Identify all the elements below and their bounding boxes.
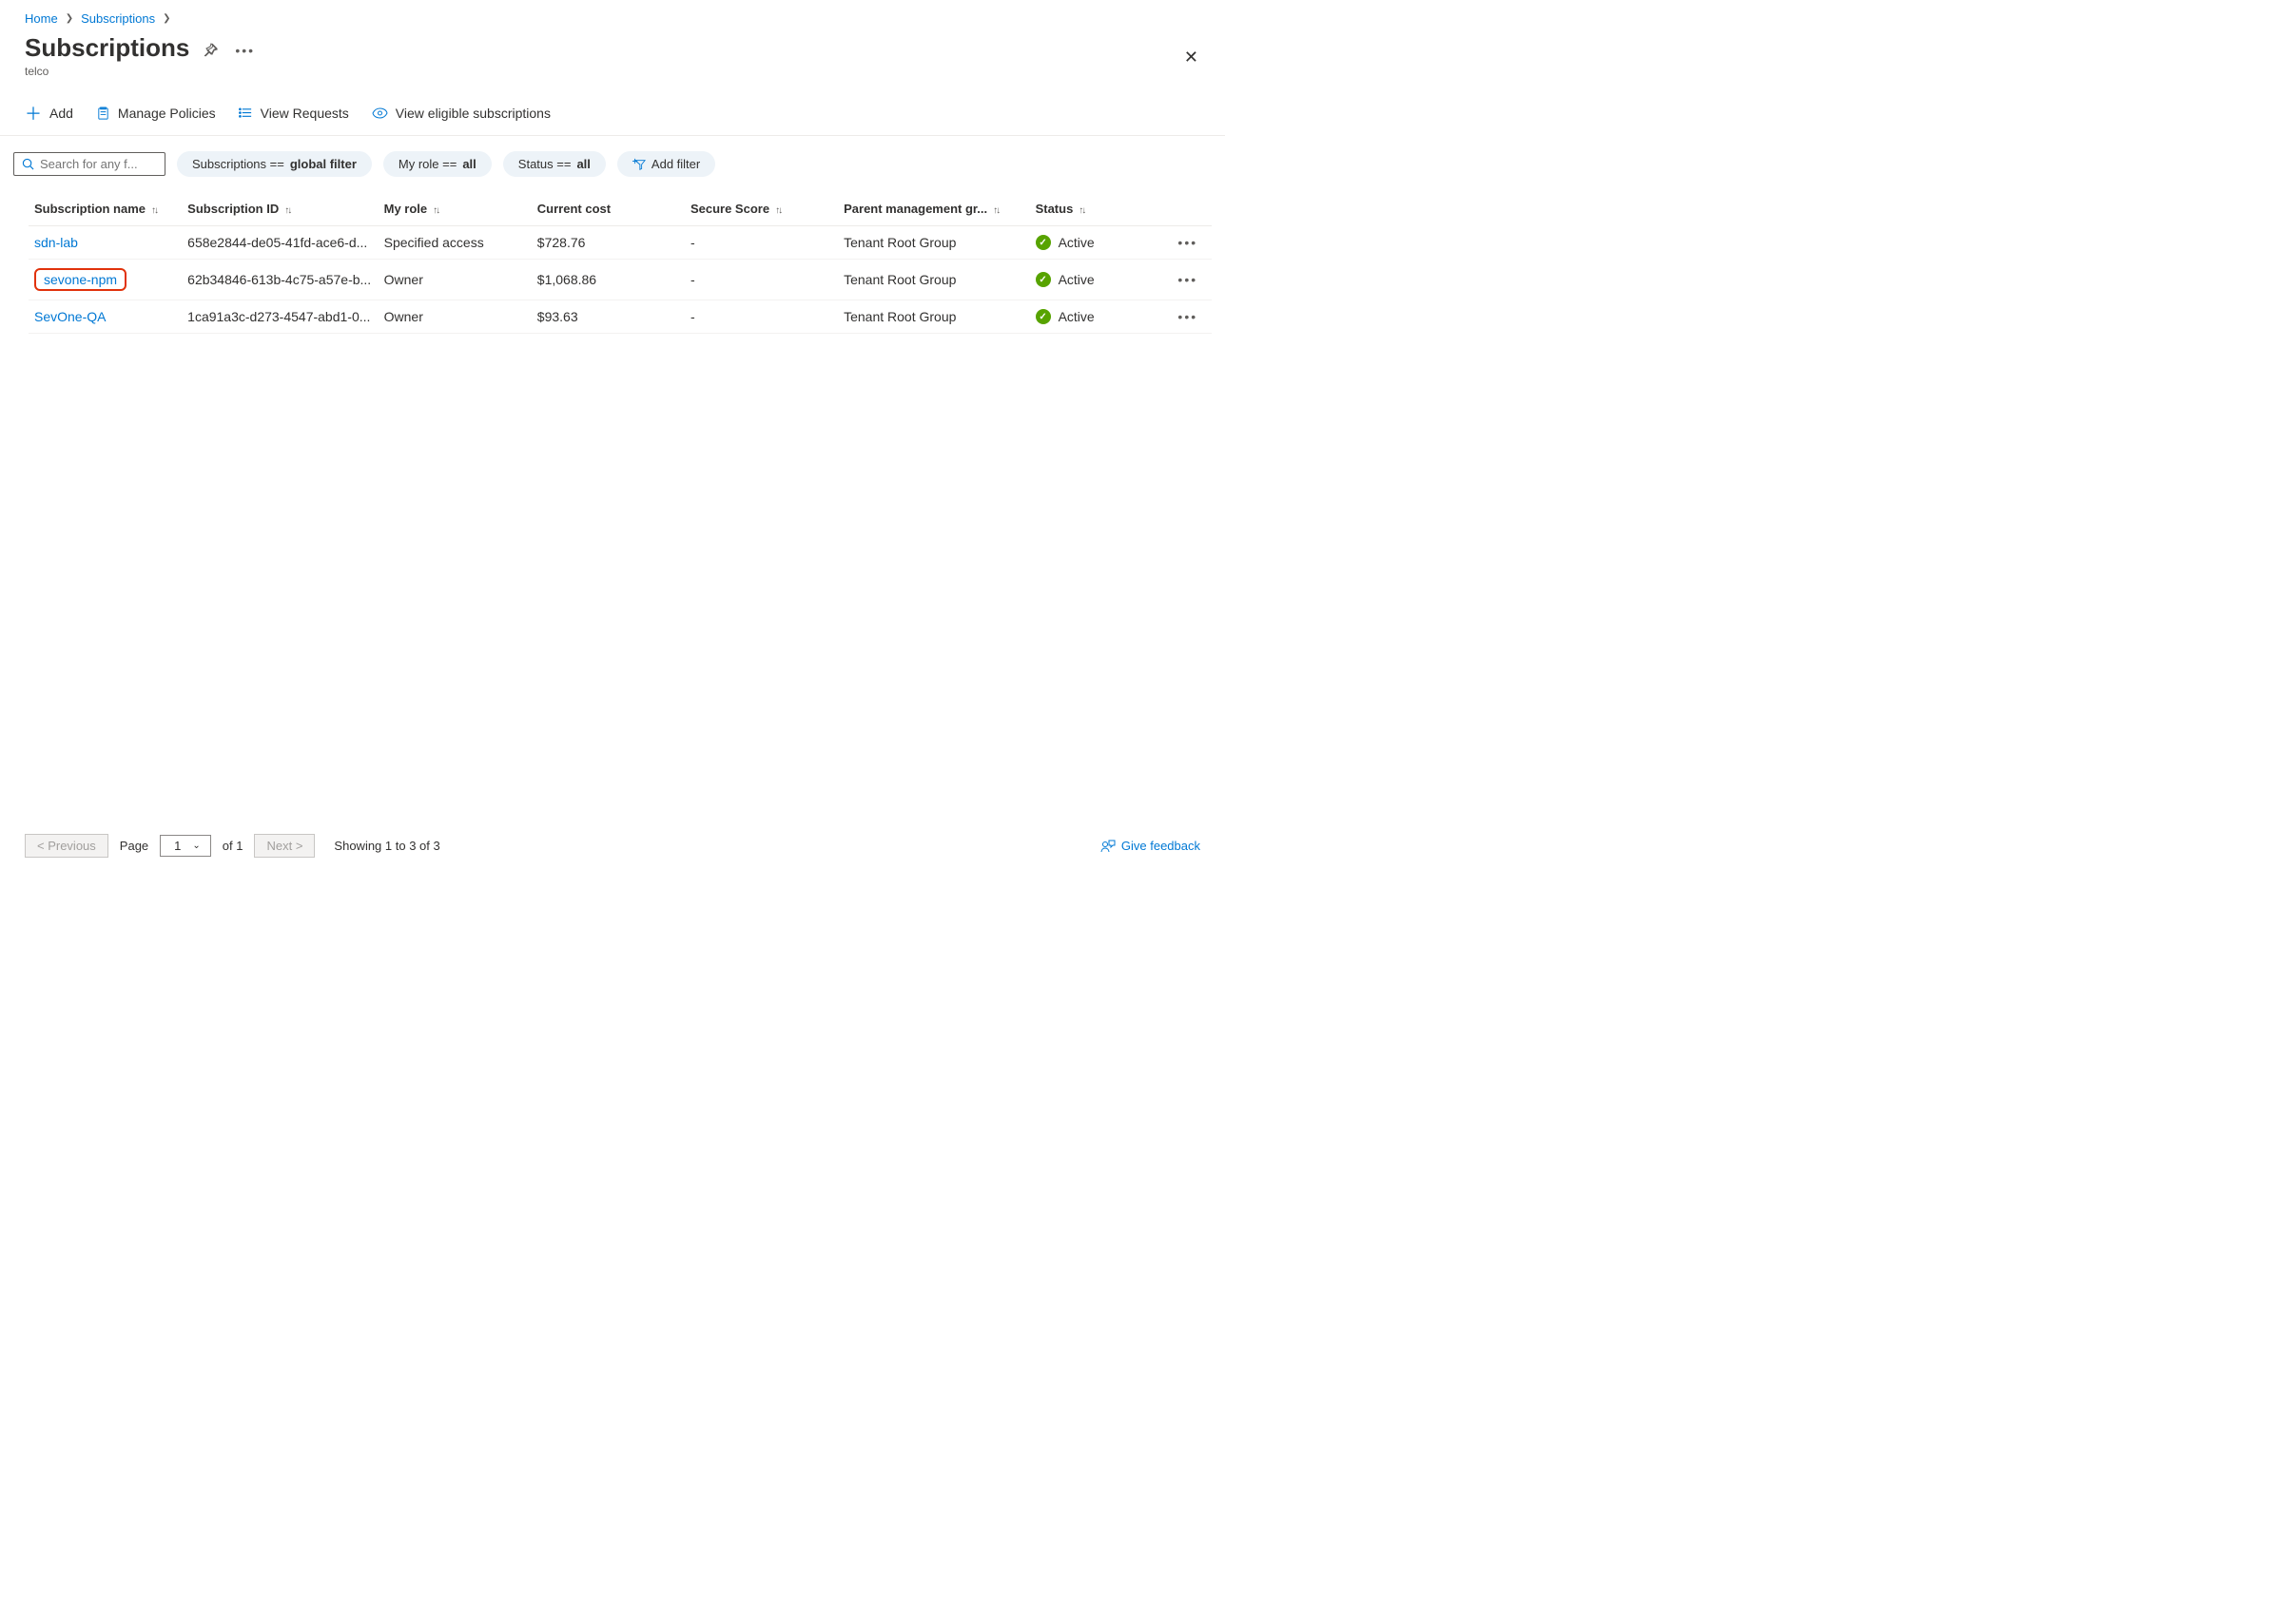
cell-parent: Tenant Root Group [838, 300, 1029, 334]
give-feedback-button[interactable]: Give feedback [1100, 839, 1200, 854]
cell-parent: Tenant Root Group [838, 260, 1029, 300]
requests-label: View Requests [261, 106, 349, 121]
filter-subscriptions[interactable]: Subscriptions == global filter [177, 151, 372, 177]
cell-score: - [685, 226, 838, 260]
view-eligible-button[interactable]: View eligible subscriptions [372, 106, 551, 121]
pin-icon[interactable] [203, 43, 218, 58]
cell-score: - [685, 300, 838, 334]
eligible-label: View eligible subscriptions [396, 106, 551, 121]
search-box[interactable] [13, 152, 165, 176]
breadcrumb-subscriptions[interactable]: Subscriptions [81, 11, 155, 26]
cell-id: 1ca91a3c-d273-4547-abd1-0... [182, 300, 378, 334]
page-of: of 1 [223, 839, 243, 853]
more-icon[interactable]: ••• [235, 43, 255, 58]
chevron-right-icon: ❯ [66, 13, 73, 24]
showing-text: Showing 1 to 3 of 3 [334, 839, 439, 853]
list-icon [239, 106, 253, 121]
cell-id: 658e2844-de05-41fd-ace6-d... [182, 226, 378, 260]
search-icon [22, 158, 34, 170]
check-icon: ✓ [1036, 272, 1051, 287]
policies-label: Manage Policies [118, 106, 216, 121]
col-name[interactable]: Subscription name↑↓ [29, 192, 182, 226]
cell-id: 62b34846-613b-4c75-a57e-b... [182, 260, 378, 300]
filter-bar: Subscriptions == global filter My role =… [0, 136, 1225, 184]
sort-icon: ↑↓ [151, 205, 157, 216]
cell-cost: $1,068.86 [532, 260, 685, 300]
filter-icon [632, 158, 646, 171]
col-status[interactable]: Status↑↓ [1030, 192, 1164, 226]
table-row: sdn-lab 658e2844-de05-41fd-ace6-d...Speci… [29, 226, 1212, 260]
check-icon: ✓ [1036, 309, 1051, 324]
subtitle: telco [0, 63, 1225, 91]
subscriptions-table: Subscription name↑↓ Subscription ID↑↓ My… [0, 184, 1225, 334]
col-role[interactable]: My role↑↓ [379, 192, 532, 226]
pagination-footer: < Previous Page 1 ⌄ of 1 Next > Showing … [0, 834, 1225, 858]
breadcrumb: Home ❯ Subscriptions ❯ [0, 0, 1225, 29]
title-row: Subscriptions ••• [0, 29, 1225, 63]
chevron-right-icon: ❯ [163, 13, 170, 24]
page-label: Page [120, 839, 148, 853]
filter-myrole[interactable]: My role == all [383, 151, 492, 177]
check-icon: ✓ [1036, 235, 1051, 250]
view-requests-button[interactable]: View Requests [239, 106, 349, 121]
breadcrumb-home[interactable]: Home [25, 11, 58, 26]
close-icon[interactable]: ✕ [1184, 48, 1198, 68]
prev-button[interactable]: < Previous [25, 834, 108, 858]
cell-score: - [685, 260, 838, 300]
feedback-icon [1100, 839, 1116, 854]
col-parent[interactable]: Parent management gr...↑↓ [838, 192, 1029, 226]
row-menu-button[interactable]: ••• [1164, 226, 1212, 260]
sort-icon: ↑↓ [1079, 205, 1084, 216]
filter-status[interactable]: Status == all [503, 151, 606, 177]
cell-status: ✓Active [1030, 260, 1164, 300]
subscription-link[interactable]: SevOne-QA [34, 309, 106, 324]
cell-role: Specified access [379, 226, 532, 260]
manage-policies-button[interactable]: Manage Policies [96, 106, 216, 121]
subscription-link[interactable]: sdn-lab [34, 235, 78, 250]
cell-role: Owner [379, 300, 532, 334]
policies-icon [96, 106, 110, 121]
sort-icon: ↑↓ [775, 205, 781, 216]
eye-icon [372, 107, 388, 119]
next-button[interactable]: Next > [254, 834, 315, 858]
page-title: Subscriptions [25, 33, 189, 63]
row-menu-button[interactable]: ••• [1164, 260, 1212, 300]
plus-icon: ＋ [25, 101, 42, 126]
col-cost[interactable]: Current cost [532, 192, 685, 226]
col-id[interactable]: Subscription ID↑↓ [182, 192, 378, 226]
chevron-down-icon: ⌄ [192, 841, 200, 851]
cell-cost: $93.63 [532, 300, 685, 334]
cell-role: Owner [379, 260, 532, 300]
search-input[interactable] [40, 157, 157, 171]
sort-icon: ↑↓ [993, 205, 999, 216]
sort-icon: ↑↓ [433, 205, 438, 216]
add-label: Add [49, 106, 73, 121]
command-bar: ＋ Add Manage Policies View Requests View… [0, 91, 1225, 136]
cell-status: ✓Active [1030, 300, 1164, 334]
cell-parent: Tenant Root Group [838, 226, 1029, 260]
sort-icon: ↑↓ [284, 205, 290, 216]
cell-status: ✓Active [1030, 226, 1164, 260]
table-row: sevone-npm 62b34846-613b-4c75-a57e-b...Ow… [29, 260, 1212, 300]
add-filter-button[interactable]: Add filter [617, 151, 715, 177]
page-select[interactable]: 1 ⌄ [160, 835, 211, 857]
table-row: SevOne-QA 1ca91a3c-d273-4547-abd1-0...Own… [29, 300, 1212, 334]
col-score[interactable]: Secure Score↑↓ [685, 192, 838, 226]
subscription-link[interactable]: sevone-npm [34, 268, 126, 291]
row-menu-button[interactable]: ••• [1164, 300, 1212, 334]
add-button[interactable]: ＋ Add [25, 101, 73, 126]
cell-cost: $728.76 [532, 226, 685, 260]
